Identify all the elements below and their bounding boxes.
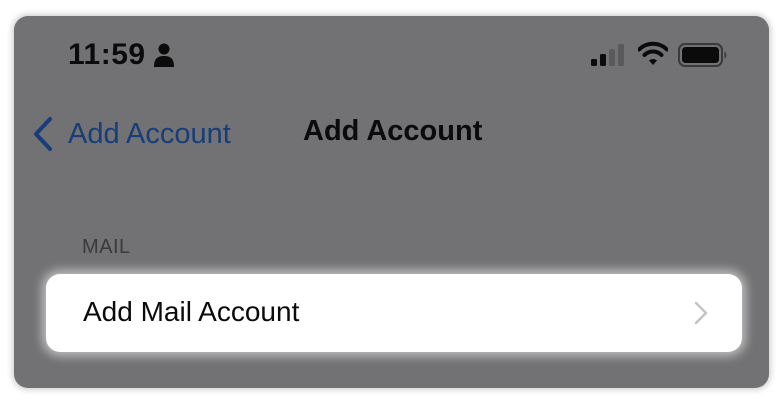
back-button[interactable]: Add Account (32, 112, 231, 156)
chevron-left-icon (34, 117, 52, 151)
back-button-label: Add Account (68, 117, 231, 150)
person-icon (154, 43, 174, 67)
wifi-icon (638, 41, 668, 65)
phone-screen: 11:59 Add Account Add Account MAIL Add M… (14, 16, 769, 388)
section-header-mail: MAIL (82, 236, 131, 258)
chevron-right-icon (694, 301, 708, 325)
page-title: Add Account (303, 115, 483, 147)
navigation-bar: Add Account Add Account (14, 112, 769, 160)
status-time: 11:59 (68, 38, 146, 71)
list-item-add-mail-account[interactable]: Add Mail Account (46, 274, 742, 352)
battery-icon (678, 43, 727, 67)
cellular-signal-icon (591, 44, 624, 66)
list-item-label: Add Mail Account (83, 296, 300, 327)
status-bar: 11:59 (14, 16, 769, 96)
